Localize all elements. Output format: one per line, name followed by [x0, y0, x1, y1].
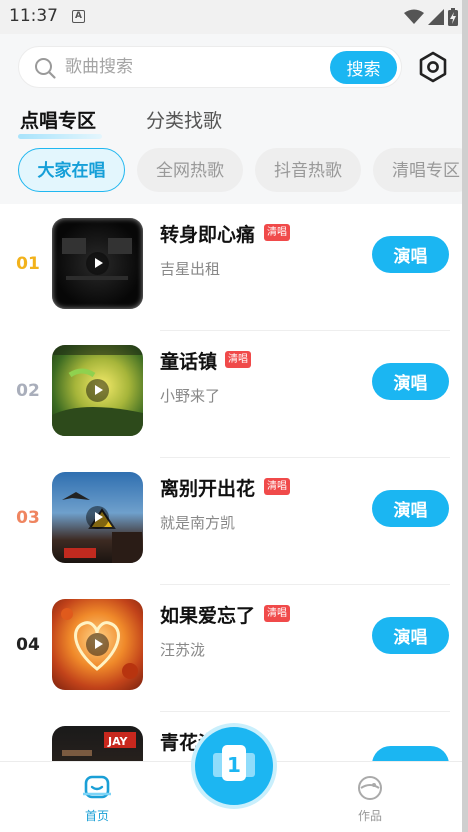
song-artist: 吉星出租 — [160, 260, 221, 278]
signal-icon — [428, 9, 444, 25]
song-cover[interactable] — [52, 345, 143, 436]
acappella-tag: 清唱 — [264, 605, 290, 622]
search-button[interactable]: 搜索 — [330, 51, 397, 84]
status-bar: 11:37 A — [0, 0, 462, 34]
sing-button[interactable]: 演唱 — [372, 363, 449, 400]
home-icon — [83, 775, 111, 799]
status-time: 11:37 — [9, 6, 58, 26]
tab-song-zone[interactable]: 点唱专区 — [20, 106, 96, 133]
song-row[interactable]: 01 转身即心痛 清唱 吉星出租 演唱 — [0, 204, 462, 331]
play-icon — [86, 506, 109, 529]
song-row[interactable]: 03 离别开出花 清唱 就是南方凯 演唱 — [0, 458, 462, 585]
song-title: 转身即心痛 — [160, 224, 256, 246]
settings-button[interactable] — [416, 50, 450, 84]
tab-find-by-category[interactable]: 分类找歌 — [146, 106, 222, 133]
center-action-icon: 1 — [213, 745, 255, 781]
song-row[interactable]: 04 如果爱忘了 清唱 汪苏泷 演唱 — [0, 585, 462, 712]
header: 搜索 点唱专区 分类找歌 大家在唱 全网热歌 抖音热歌 清唱专区 — [0, 34, 462, 204]
sing-button[interactable]: 演唱 — [372, 236, 449, 273]
app-screen: 11:37 A 搜索 点唱专区 分类找歌 — [0, 0, 462, 832]
center-action-label: 1 — [227, 753, 241, 777]
center-action-button[interactable]: 1 — [195, 727, 273, 805]
song-title: 离别开出花 — [160, 478, 256, 500]
nav-home-label: 首页 — [84, 809, 109, 823]
play-icon — [86, 633, 109, 656]
svg-text:JAY: JAY — [107, 735, 129, 748]
chip-web-hits[interactable]: 全网热歌 — [137, 148, 243, 192]
chip-everyone-singing[interactable]: 大家在唱 — [18, 148, 125, 192]
nav-works[interactable]: 作品 — [330, 762, 410, 832]
hexagon-settings-icon — [419, 51, 447, 83]
sing-button[interactable]: 演唱 — [372, 617, 449, 654]
song-rank: 01 — [16, 254, 40, 274]
chip-douyin-hits[interactable]: 抖音热歌 — [255, 148, 361, 192]
song-cover[interactable] — [52, 472, 143, 563]
status-icons — [404, 7, 458, 27]
song-rank: 02 — [16, 381, 40, 401]
song-artist: 小野来了 — [160, 387, 221, 405]
song-artist: 就是南方凯 — [160, 514, 236, 532]
acappella-tag: 清唱 — [264, 478, 290, 495]
song-rank: 04 — [16, 635, 40, 655]
song-rank: 03 — [16, 508, 40, 528]
nav-home[interactable]: 首页 — [57, 762, 137, 832]
song-row[interactable]: 02 童话镇 清唱 小野来了 演唱 — [0, 331, 462, 458]
play-icon — [86, 379, 109, 402]
song-title: 如果爱忘了 — [160, 605, 256, 627]
search-icon — [35, 58, 56, 79]
sing-button[interactable]: 演唱 — [372, 490, 449, 527]
nav-works-label: 作品 — [357, 809, 382, 823]
search-input[interactable] — [65, 47, 325, 87]
song-artist: 汪苏泷 — [160, 641, 206, 659]
search-bar: 搜索 — [18, 46, 402, 88]
wifi-icon — [404, 9, 424, 24]
tab-underline — [18, 134, 102, 139]
play-icon — [86, 252, 109, 275]
battery-icon — [448, 8, 458, 26]
acappella-tag: 清唱 — [264, 224, 290, 241]
notification-icon: A — [72, 10, 85, 23]
song-title: 童话镇 — [160, 351, 218, 373]
chip-acappella-zone[interactable]: 清唱专区 — [373, 148, 462, 192]
song-cover[interactable] — [52, 599, 143, 690]
song-cover[interactable] — [52, 218, 143, 309]
side-edge — [462, 0, 468, 832]
acappella-tag: 清唱 — [225, 351, 251, 368]
works-icon — [358, 776, 382, 800]
